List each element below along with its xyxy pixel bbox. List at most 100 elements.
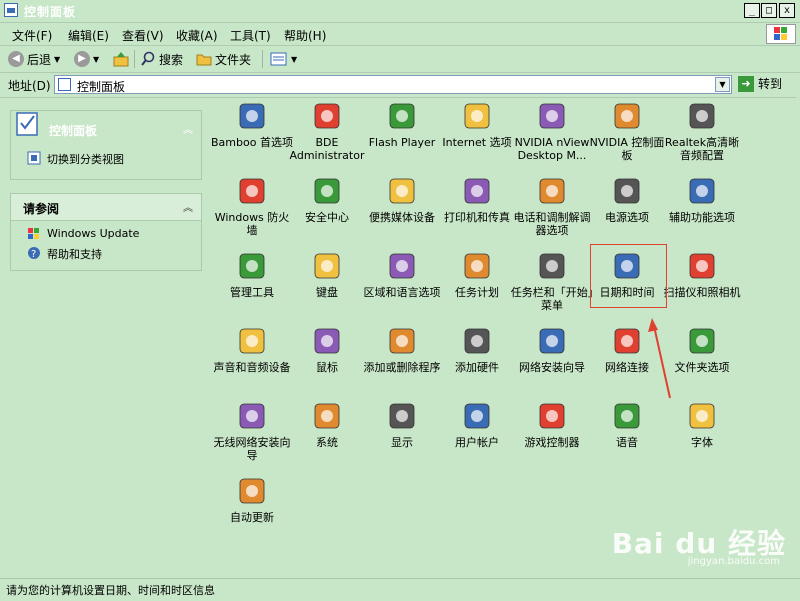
cp-item[interactable]: 辅助功能选项 [660,175,744,247]
help-icon: ? [28,247,40,260]
highlight-box [590,244,667,308]
cp-item[interactable]: 语音 [585,400,669,472]
search-icon [141,51,155,66]
cp-item-label: 鼠标 [316,361,338,374]
cp-item[interactable]: 管理工具 [210,250,294,322]
cp-item[interactable]: Flash Player [360,100,444,172]
menu-help[interactable]: 帮助(H) [284,27,326,44]
cp-item-label: Windows 防火墙 [214,211,290,237]
cp-item[interactable]: 游戏控制器 [510,400,594,472]
cp-item[interactable]: BDE Administrator [285,100,369,172]
right-edge [796,97,800,578]
menu-file[interactable]: 文件(F) [12,27,52,44]
windows-update-icon [28,228,39,239]
speaker-icon [236,325,268,357]
security-shield-icon [311,175,343,207]
cp-item-label: 辅助功能选项 [669,211,735,224]
cp-item[interactable]: 安全中心 [285,175,369,247]
cp-item[interactable]: 文件夹选项 [660,325,744,397]
cp-item[interactable]: 扫描仪和照相机 [660,250,744,322]
add-remove-cd-icon [386,325,418,357]
switch-category-view-link[interactable]: 切换到分类视图 [11,149,201,168]
go-button[interactable]: ➜ 转到 [738,75,782,92]
cp-item[interactable]: 网络安装向导 [510,325,594,397]
cp-item-label: NVIDIA 控制面板 [589,136,665,162]
cp-item[interactable]: 添加或删除程序 [360,325,444,397]
collapse-chevron-icon[interactable]: ︽ [183,121,193,136]
control-panel-icon [4,3,18,17]
views-icon [270,52,287,66]
search-button[interactable]: 搜索 [140,50,183,68]
collapse-chevron-icon[interactable]: ︽ [183,199,193,214]
cp-item[interactable]: 声音和音频设备 [210,325,294,397]
cp-item[interactable]: 系统 [285,400,369,472]
forward-button[interactable]: ▶ ▼ [74,50,99,68]
cp-item[interactable]: 字体 [660,400,744,472]
cp-item[interactable]: 电源选项 [585,175,669,247]
cp-item-label: 任务计划 [455,286,499,299]
back-button[interactable]: ◀ 后退 ▼ [8,50,60,68]
views-button[interactable]: ▼ [270,50,297,68]
dropdown-arrow-icon: ▼ [291,54,298,64]
cp-item-label: 文件夹选项 [674,361,730,374]
cp-item[interactable]: 打印机和传真 [435,175,519,247]
cp-item-label: 区域和语言选项 [363,286,441,299]
cp-item[interactable]: 电话和调制解调器选项 [510,175,594,247]
tablet-icon [236,100,268,132]
system-icon [311,400,343,432]
panel-title: 请参阅 [23,202,60,216]
accessibility-icon [686,175,718,207]
cp-item[interactable]: 区域和语言选项 [360,250,444,322]
phone-modem-icon [536,175,568,207]
admin-tools-icon [236,250,268,282]
cp-item[interactable]: NVIDIA nView Desktop M... [510,100,594,172]
cp-item[interactable]: 无线网络安装向导 [210,400,294,472]
address-input[interactable]: 控制面板 ▼ [54,75,732,94]
up-folder-button[interactable] [112,50,130,68]
close-button[interactable]: x [779,3,795,18]
cp-item-label: 游戏控制器 [524,436,580,449]
cp-item-label: 网络连接 [605,361,649,374]
cp-item[interactable]: NVIDIA 控制面板 [585,100,669,172]
help-support-link[interactable]: ? 帮助和支持 [11,244,201,263]
wireless-icon [236,400,268,432]
cp-item[interactable]: 网络连接 [585,325,669,397]
cp-item[interactable]: Bamboo 首选项 [210,100,294,172]
control-panel-task-panel: 控制面板 ︽ 切换到分类视图 [10,110,202,180]
panel-title: 控制面板 [49,124,98,138]
control-panel-large-icon [15,111,41,137]
firewall-icon [236,175,268,207]
cp-item[interactable]: Realtek高清晰音频配置 [660,100,744,172]
forward-arrow-icon: ▶ [74,51,90,67]
menu-tools[interactable]: 工具(T) [230,27,271,44]
cp-item[interactable]: 添加硬件 [435,325,519,397]
maximize-button[interactable]: □ [761,3,777,18]
minimize-button[interactable]: _ [744,3,760,18]
menu-view[interactable]: 查看(V) [122,27,164,44]
go-arrow-icon: ➜ [738,75,754,92]
cp-item-label: 系统 [316,436,338,449]
cp-item[interactable]: Internet 选项 [435,100,519,172]
cp-item[interactable]: 便携媒体设备 [360,175,444,247]
menu-edit[interactable]: 编辑(E) [68,27,109,44]
cp-item-label: 用户帐户 [455,436,499,449]
menu-favorites[interactable]: 收藏(A) [176,27,218,44]
address-bar: 地址(D) 控制面板 ▼ ➜ 转到 [0,73,800,98]
cp-item[interactable]: 键盘 [285,250,369,322]
cp-item[interactable]: 自动更新 [210,475,294,547]
cp-item[interactable]: Windows 防火墙 [210,175,294,247]
cp-item-label: BDE Administrator [289,136,365,162]
cp-item-label: 添加或删除程序 [363,361,441,374]
windows-update-link[interactable]: Windows Update [11,225,201,244]
cp-item[interactable]: 用户帐户 [435,400,519,472]
cp-item[interactable]: 显示 [360,400,444,472]
folders-button[interactable]: 文件夹 [196,50,251,68]
cp-item[interactable]: 鼠标 [285,325,369,397]
cp-item-label: NVIDIA nView Desktop M... [514,136,590,162]
cp-item[interactable]: 任务计划 [435,250,519,322]
bde-icon [311,100,343,132]
address-dropdown-button[interactable]: ▼ [715,77,730,92]
flash-icon [386,100,418,132]
cp-item-label: 字体 [691,436,713,449]
cp-item[interactable]: 任务栏和「开始」菜单 [510,250,594,322]
